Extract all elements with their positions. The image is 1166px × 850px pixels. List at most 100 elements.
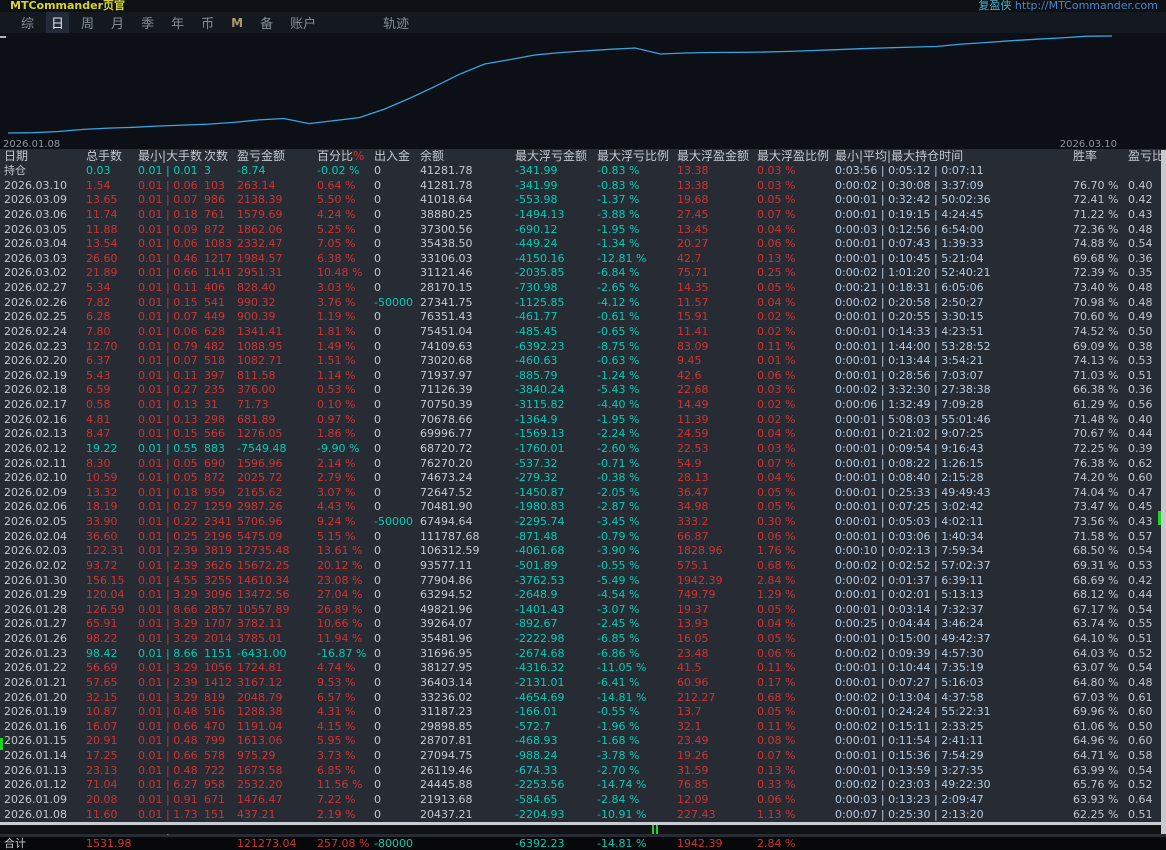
table-row[interactable]: 2026.01.2032.150.01 | 3.298192048.796.57… [0, 691, 1166, 706]
cell-balance: 72647.52 [416, 486, 511, 501]
cell-max-float-loss: -279.32 [511, 471, 593, 486]
table-row[interactable]: 2026.02.256.280.01 | 0.07449900.391.19 %… [0, 310, 1166, 325]
table-row[interactable]: 2026.02.03122.310.01 | 2.39381912735.481… [0, 544, 1166, 559]
cell-balance: 27094.75 [416, 749, 511, 764]
cell-profit: 990.32 [233, 296, 313, 311]
table-row[interactable]: 2026.02.0293.720.01 | 2.39362615672.2520… [0, 559, 1166, 574]
table-row[interactable]: 2026.03.101.540.01 | 0.06103263.140.64 %… [0, 179, 1166, 194]
table-row[interactable]: 2026.02.206.370.01 | 0.075181082.711.51 … [0, 354, 1166, 369]
table-row[interactable]: 2026.01.2698.220.01 | 3.2920143785.0111.… [0, 632, 1166, 647]
table-row[interactable]: 2026.03.0913.650.01 | 0.079862138.395.50… [0, 193, 1166, 208]
cell-lot-range: 0.01 | 3.29 [134, 588, 200, 603]
table-row[interactable]: 2026.01.29120.040.01 | 3.29309613472.562… [0, 588, 1166, 603]
cell-max-float-loss-pct: -2.05 % [593, 486, 673, 501]
table-row[interactable]: 2026.01.1616.070.01 | 0.664701191.044.15… [0, 720, 1166, 735]
cell-lot-range: 0.01 | 0.18 [134, 208, 200, 223]
cell-profit: 811.58 [233, 369, 313, 384]
table-row[interactable]: 2026.01.30156.150.01 | 4.55325514610.342… [0, 574, 1166, 589]
cell-holding-time [831, 837, 1069, 850]
cell-lot-range: 0.01 | 0.66 [134, 749, 200, 764]
table-row[interactable]: 2026.03.0221.890.01 | 0.6611412951.3110.… [0, 266, 1166, 281]
cell-percent: 27.04 % [313, 588, 370, 603]
table-row[interactable]: 2026.02.138.470.01 | 0.155661276.051.86 … [0, 427, 1166, 442]
tab-轨迹[interactable]: 轨迹 [378, 12, 414, 33]
cell-max-float-profit-pct: 0.02 % [753, 310, 831, 325]
cell-net-deposit: 0 [370, 559, 416, 574]
table-row[interactable]: 2026.01.1271.040.01 | 6.279582532.2011.5… [0, 778, 1166, 793]
tab-账户[interactable]: 账户 [285, 12, 321, 33]
cell-date: 2026.01.22 [0, 661, 82, 676]
table-row[interactable]: 2026.01.2398.420.01 | 8.661151-6431.00-1… [0, 647, 1166, 662]
cell-max-float-loss-pct: -0.83 % [593, 164, 673, 179]
table-row[interactable]: 2026.02.0913.320.01 | 0.189592165.623.07… [0, 486, 1166, 501]
cell-max-float-loss-pct: -2.70 % [593, 764, 673, 779]
table-row[interactable]: 2026.03.0326.600.01 | 0.4612171984.576.3… [0, 252, 1166, 267]
table-row[interactable]: 持仓0.030.01 | 0.013-8.74-0.02 %041281.78-… [0, 164, 1166, 179]
cell-max-float-profit: 13.93 [673, 617, 753, 632]
cell-max-float-loss: -341.99 [511, 179, 593, 194]
table-row[interactable]: 2026.03.0611.740.01 | 0.187611579.694.24… [0, 208, 1166, 223]
cell-lot-range: 0.01 | 2.39 [134, 544, 200, 559]
table-row[interactable]: 2026.01.28126.590.01 | 8.66285710557.892… [0, 603, 1166, 618]
cell-net-deposit: 0 [370, 691, 416, 706]
table-row[interactable]: 2026.02.275.340.01 | 0.11406828.403.03 %… [0, 281, 1166, 296]
table-row[interactable]: 2026.02.0436.600.01 | 0.2521965475.095.1… [0, 530, 1166, 545]
tab-年[interactable]: 年 [166, 12, 189, 33]
table-row[interactable]: 2026.03.0413.540.01 | 0.0610832332.477.0… [0, 237, 1166, 252]
total-row[interactable]: 合计1531.98121273.04257.08 %-80000-6392.23… [0, 837, 1166, 850]
table-row[interactable]: 2026.02.118.300.01 | 0.056901596.962.14 … [0, 457, 1166, 472]
table-row[interactable]: 2026.02.1219.220.01 | 0.55883-7549.48-9.… [0, 442, 1166, 457]
cell-holding-time: 0:00:01 | 0:10:45 | 5:21:04 [831, 252, 1069, 267]
table-row[interactable]: 2026.02.186.590.01 | 0.27235376.000.53 %… [0, 383, 1166, 398]
tab-周[interactable]: 周 [76, 12, 99, 33]
cell-balance: 67494.64 [416, 515, 511, 530]
table-row[interactable]: 2026.02.170.580.01 | 0.133171.730.10 %07… [0, 398, 1166, 413]
brand-link[interactable]: 复盈侠 http://MTCommander.com [978, 0, 1158, 12]
tab-月[interactable]: 月 [106, 12, 129, 33]
table-row[interactable]: 2026.01.1910.870.01 | 0.485161288.384.31… [0, 705, 1166, 720]
vertical-scrollbar[interactable] [1161, 150, 1166, 834]
cell-max-float-loss-pct: -1.34 % [593, 237, 673, 252]
table-row[interactable]: 2026.01.2157.650.01 | 2.3914123167.129.5… [0, 676, 1166, 691]
table-row[interactable]: 2026.01.0811.600.01 | 1.73151437.212.19 … [0, 808, 1166, 823]
tab-日[interactable]: 日 [46, 12, 69, 33]
cell-profit: 15672.25 [233, 559, 313, 574]
cell-max-float-profit-pct: 0.08 % [753, 734, 831, 749]
table-row[interactable]: 2026.02.247.800.01 | 0.066281341.411.81 … [0, 325, 1166, 340]
cell-trades: 566 [200, 427, 233, 442]
tab-M[interactable]: M [226, 15, 248, 31]
cell-balance: 24445.88 [416, 778, 511, 793]
table-row[interactable]: 2026.02.164.810.01 | 0.13298681.890.97 %… [0, 413, 1166, 428]
table-row[interactable]: 2026.02.0618.190.01 | 0.2712592987.264.4… [0, 500, 1166, 515]
cell-holding-time: 0:00:01 | 0:14:33 | 4:23:51 [831, 325, 1069, 340]
col-header-lots: 总手数 [82, 149, 134, 164]
cell-profit: 1984.57 [233, 252, 313, 267]
cell-holding-time: 0:00:02 | 0:20:58 | 2:50:27 [831, 296, 1069, 311]
cell-profit: 2987.26 [233, 500, 313, 515]
tab-综[interactable]: 综 [16, 12, 39, 33]
col-header-trades: 次数 [200, 149, 233, 164]
cell-max-float-loss: -1569.13 [511, 427, 593, 442]
cell-win-rate: 65.76 % [1069, 778, 1124, 793]
table-row[interactable]: 2026.01.2256.690.01 | 3.2910561724.814.7… [0, 661, 1166, 676]
cell-net-deposit: 0 [370, 764, 416, 779]
table-row[interactable]: 2026.01.0920.080.01 | 0.916711476.477.22… [0, 793, 1166, 808]
table-row[interactable]: 2026.01.1520.910.01 | 0.487991613.065.95… [0, 734, 1166, 749]
tab-季[interactable]: 季 [136, 12, 159, 33]
table-row[interactable]: 2026.02.1010.590.01 | 0.058722025.722.79… [0, 471, 1166, 486]
table-row[interactable]: 2026.03.0511.880.01 | 0.098721862.065.25… [0, 223, 1166, 238]
table-row[interactable]: 2026.01.2765.910.01 | 3.2917073782.1110.… [0, 617, 1166, 632]
cell-max-float-profit-pct: 0.05 % [753, 193, 831, 208]
cell-holding-time: 0:00:02 | 0:02:52 | 57:02:37 [831, 559, 1069, 574]
table-row[interactable]: 2026.02.267.820.01 | 0.15541990.323.76 %… [0, 296, 1166, 311]
table-row[interactable]: 2026.02.195.430.01 | 0.11397811.581.14 %… [0, 369, 1166, 384]
table-row[interactable]: 2026.02.2312.700.01 | 0.794821088.951.49… [0, 340, 1166, 355]
table-row[interactable]: 2026.02.0533.900.01 | 0.2223415706.969.2… [0, 515, 1166, 530]
cell-net-deposit: 0 [370, 369, 416, 384]
cell-max-float-profit: 31.59 [673, 764, 753, 779]
cell-lot-range: 0.01 | 8.66 [134, 647, 200, 662]
tab-币[interactable]: 币 [196, 12, 219, 33]
table-row[interactable]: 2026.01.1417.250.01 | 0.66578975.293.73 … [0, 749, 1166, 764]
table-row[interactable]: 2026.01.1323.130.01 | 0.487221673.586.85… [0, 764, 1166, 779]
tab-备[interactable]: 备 [255, 12, 278, 33]
